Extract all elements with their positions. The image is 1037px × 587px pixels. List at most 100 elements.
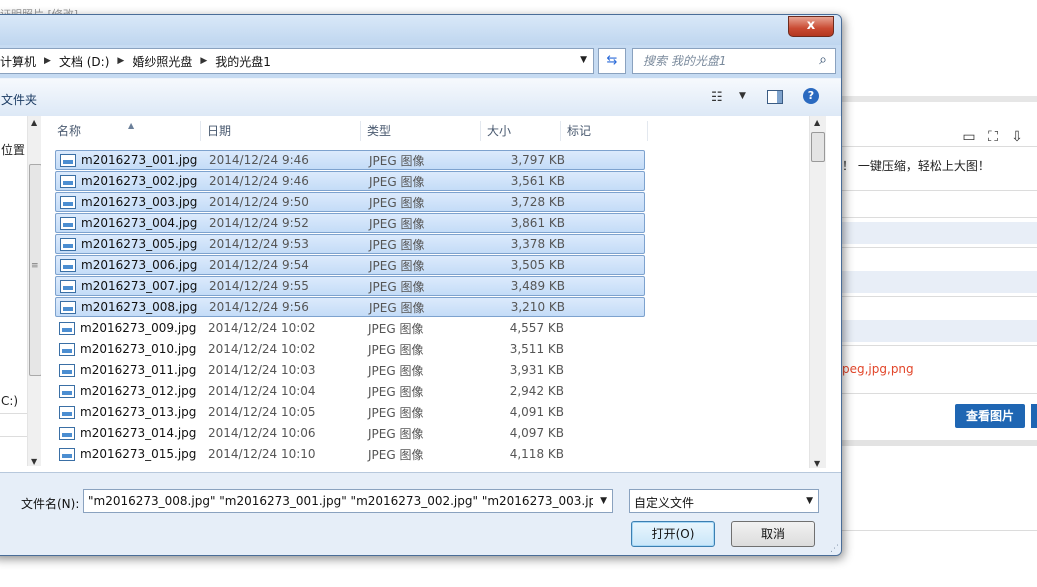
chevron-down-icon[interactable]: ▼ xyxy=(600,496,607,506)
chevron-right-icon[interactable]: ▶ xyxy=(200,56,207,66)
chevron-down-icon[interactable]: ▼ xyxy=(739,91,746,101)
nav-item-drive-c[interactable]: C:) xyxy=(1,394,18,408)
file-row[interactable]: m2016273_004.jpg 2014/12/24 9:52 JPEG 图像 3,… xyxy=(55,213,645,233)
chevron-down-icon[interactable]: ▼ xyxy=(580,55,587,65)
file-row[interactable]: m2016273_005.jpg 2014/12/24 9:53 JPEG 图像 3,… xyxy=(55,234,645,254)
view-options-icon[interactable]: ☷ xyxy=(711,90,723,105)
file-size: 4,091 KB xyxy=(509,405,564,419)
breadcrumb-folder[interactable]: 婚纱照光盘 ▶ xyxy=(132,53,215,70)
video-icon[interactable]: ▭ xyxy=(960,128,978,146)
file-row[interactable]: m2016273_012.jpg 2014/12/24 10:04 JPEG 图像 2… xyxy=(55,381,645,401)
file-row[interactable]: m2016273_008.jpg 2014/12/24 9:56 JPEG 图像 3,… xyxy=(55,297,645,317)
dialog-titlebar[interactable]: x xyxy=(0,15,841,45)
column-separator[interactable] xyxy=(480,121,481,141)
nav-scrollbar[interactable]: ▲ ▼ xyxy=(27,116,41,466)
column-header-date[interactable]: 日期 xyxy=(207,121,357,145)
file-type: JPEG 图像 xyxy=(368,321,424,336)
file-row[interactable]: m2016273_006.jpg 2014/12/24 9:54 JPEG 图像 3,… xyxy=(55,255,645,275)
preview-pane-icon[interactable] xyxy=(767,90,783,104)
column-separator[interactable] xyxy=(647,121,648,141)
column-header-size[interactable]: 大小 xyxy=(487,121,557,145)
search-icon[interactable]: ⌕ xyxy=(819,52,827,68)
scroll-up-icon[interactable]: ▲ xyxy=(814,118,820,127)
chevron-right-icon[interactable]: ▶ xyxy=(117,56,124,66)
breadcrumb-current[interactable]: 我的光盘1 xyxy=(215,53,271,70)
file-name: m2016273_010.jpg xyxy=(80,342,197,356)
chevron-right-icon[interactable]: ▶ xyxy=(44,56,51,66)
dialog-footer: 文件名(N): ▼ 自定义文件 ▼ 打开(O) 取消 ⋰ xyxy=(0,472,841,555)
file-row[interactable]: m2016273_003.jpg 2014/12/24 9:50 JPEG 图像 3,… xyxy=(55,192,645,212)
search-input[interactable] xyxy=(641,49,815,73)
column-separator[interactable] xyxy=(560,121,561,141)
file-name: m2016273_007.jpg xyxy=(81,279,198,293)
file-type: JPEG 图像 xyxy=(369,216,425,231)
column-header-name[interactable]: 名称 ▲ xyxy=(57,121,197,145)
file-row[interactable]: m2016273_014.jpg 2014/12/24 10:06 JPEG 图像 4… xyxy=(55,423,645,443)
file-size: 2,942 KB xyxy=(509,384,564,398)
file-size: 3,861 KB xyxy=(510,216,565,230)
filename-input[interactable] xyxy=(84,490,597,512)
fullscreen-icon[interactable]: ⛶ xyxy=(984,128,1002,146)
file-row[interactable]: m2016273_011.jpg 2014/12/24 10:03 JPEG 图像 3… xyxy=(55,360,645,380)
file-type: JPEG 图像 xyxy=(369,258,425,273)
nav-item-location[interactable]: 位置 xyxy=(1,141,25,158)
chevron-down-icon[interactable]: ▼ xyxy=(806,496,813,506)
file-size: 3,511 KB xyxy=(509,342,564,356)
open-button[interactable]: 打开(O) xyxy=(631,521,715,547)
background-button-edge[interactable] xyxy=(1031,404,1037,428)
breadcrumb-drive[interactable]: 文档 (D:) ▶ xyxy=(59,53,132,70)
file-size: 3,728 KB xyxy=(510,195,565,209)
file-name: m2016273_002.jpg xyxy=(81,174,198,188)
scroll-down-icon[interactable]: ▼ xyxy=(814,459,820,468)
scroll-thumb[interactable] xyxy=(29,164,41,376)
close-button[interactable]: x xyxy=(788,16,834,37)
address-bar[interactable]: 计算机 ▶ 文档 (D:) ▶ 婚纱照光盘 ▶ 我的光盘1 ▼ xyxy=(0,48,594,74)
file-row[interactable]: m2016273_009.jpg 2014/12/24 10:02 JPEG 图像 4… xyxy=(55,318,645,338)
scroll-thumb[interactable] xyxy=(811,132,825,162)
file-name: m2016273_011.jpg xyxy=(80,363,197,377)
search-box[interactable]: ⌕ xyxy=(632,48,836,74)
file-date: 2014/12/24 10:02 xyxy=(208,321,316,335)
file-date: 2014/12/24 9:52 xyxy=(209,216,309,230)
resize-grip-icon[interactable]: ⋰ xyxy=(830,544,839,554)
file-date: 2014/12/24 10:10 xyxy=(208,447,316,461)
file-row[interactable]: m2016273_007.jpg 2014/12/24 9:55 JPEG 图像 3,… xyxy=(55,276,645,296)
refresh-button[interactable]: ⇆ xyxy=(598,48,626,74)
file-date: 2014/12/24 9:54 xyxy=(209,258,309,272)
file-size: 3,489 KB xyxy=(510,279,565,293)
column-header-tag[interactable]: 标记 xyxy=(567,121,637,145)
breadcrumb-label: 文档 (D:) xyxy=(58,54,110,69)
scroll-down-icon[interactable]: ▼ xyxy=(31,457,37,466)
file-name: m2016273_006.jpg xyxy=(81,258,198,272)
download-icon[interactable]: ⇩ xyxy=(1008,128,1026,146)
file-size: 4,557 KB xyxy=(509,321,564,335)
help-icon[interactable]: ? xyxy=(803,88,819,104)
image-file-icon xyxy=(59,342,75,356)
new-folder-button[interactable]: 文件夹 xyxy=(1,91,37,108)
background-row xyxy=(840,222,1037,244)
background-message: ！ 一键压缩，轻松上大图！ xyxy=(842,159,990,173)
column-separator[interactable] xyxy=(360,121,361,141)
file-row[interactable]: m2016273_002.jpg 2014/12/24 9:46 JPEG 图像 3,… xyxy=(55,171,645,191)
file-row[interactable]: m2016273_001.jpg 2014/12/24 9:46 JPEG 图像 3,… xyxy=(55,150,645,170)
file-size: 3,561 KB xyxy=(510,174,565,188)
cancel-button[interactable]: 取消 xyxy=(731,521,815,547)
breadcrumb-computer[interactable]: 计算机 ▶ xyxy=(0,53,59,70)
column-separator[interactable] xyxy=(200,121,201,141)
file-size: 4,097 KB xyxy=(509,426,564,440)
file-row[interactable]: m2016273_010.jpg 2014/12/24 10:02 JPEG 图像 3… xyxy=(55,339,645,359)
file-date: 2014/12/24 10:04 xyxy=(208,384,316,398)
scroll-up-icon[interactable]: ▲ xyxy=(31,118,37,127)
file-name: m2016273_014.jpg xyxy=(80,426,197,440)
view-image-button[interactable]: 查看图片 xyxy=(955,404,1025,428)
file-row[interactable]: m2016273_013.jpg 2014/12/24 10:05 JPEG 图像 4… xyxy=(55,402,645,422)
column-header-type[interactable]: 类型 xyxy=(367,121,477,145)
file-type-select[interactable]: 自定义文件 ▼ xyxy=(629,489,819,513)
background-toolbar: ▭ ⛶ ⇩ xyxy=(960,128,1026,146)
file-row[interactable]: m2016273_015.jpg 2014/12/24 10:10 JPEG 图像 4… xyxy=(55,444,645,464)
filename-field[interactable]: ▼ xyxy=(83,489,613,513)
address-row: 计算机 ▶ 文档 (D:) ▶ 婚纱照光盘 ▶ 我的光盘1 ▼ ⇆ ⌕ xyxy=(0,46,841,74)
file-size: 4,118 KB xyxy=(509,447,564,461)
file-list-scrollbar[interactable]: ▲ ▼ xyxy=(809,116,826,468)
background-divider xyxy=(840,247,1037,248)
